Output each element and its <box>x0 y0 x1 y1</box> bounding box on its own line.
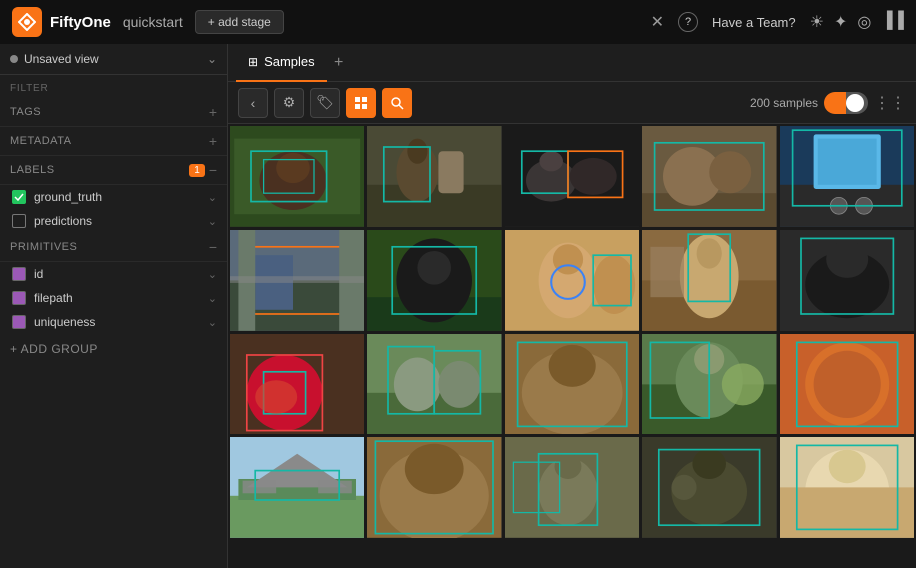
gallery-item[interactable] <box>780 437 914 538</box>
gallery-item[interactable] <box>642 334 776 435</box>
close-button[interactable]: ✕ <box>651 12 664 32</box>
content-area: ⊞ Samples + ‹ ⚙ 🏷 200 samples ⋮⋮ <box>228 44 916 568</box>
grid-dots-button[interactable]: ⋮⋮ <box>874 93 906 113</box>
tags-label: TAGS <box>10 106 209 118</box>
sidebar-item-tags[interactable]: TAGS + <box>0 98 227 127</box>
topbar-right: ✕ ? Have a Team? ☀ ✦ ◎ ▐▐ <box>651 12 904 32</box>
tab-samples-label: Samples <box>264 54 315 69</box>
view-button[interactable] <box>346 88 376 118</box>
team-text: Have a Team? <box>712 15 796 30</box>
primitives-label: PRIMITIVES <box>10 241 209 253</box>
uniqueness-chevron[interactable]: ⌄ <box>208 316 217 329</box>
ground-truth-label: ground_truth <box>34 190 200 204</box>
add-stage-button[interactable]: + add stage <box>195 10 284 34</box>
gallery-item[interactable] <box>780 230 914 331</box>
gallery-item[interactable] <box>780 334 914 435</box>
toggle-knob <box>846 94 864 112</box>
topbar-icons: ☀ ✦ ◎ ▐▐ <box>810 12 904 32</box>
sun-icon[interactable]: ☀ <box>810 12 824 32</box>
logo-text: FiftyOne <box>50 14 111 31</box>
tabs-bar: ⊞ Samples + <box>228 44 916 82</box>
tags-plus-icon[interactable]: + <box>209 104 217 120</box>
ground-truth-chevron[interactable]: ⌄ <box>208 191 217 204</box>
tab-grid-icon: ⊞ <box>248 55 258 69</box>
gallery-item[interactable] <box>780 126 914 227</box>
predictions-item[interactable]: predictions ⌄ <box>0 209 227 233</box>
logo-icon <box>12 7 42 37</box>
gallery-item[interactable] <box>230 334 364 435</box>
id-item[interactable]: id ⌄ <box>0 262 227 286</box>
gallery-grid <box>230 126 914 538</box>
dataset-name: quickstart <box>123 14 183 30</box>
ground-truth-item[interactable]: ground_truth ⌄ <box>0 185 227 209</box>
sidebar: Unsaved view ⌄ FILTER TAGS + METADATA + … <box>0 44 228 568</box>
id-label: id <box>34 267 200 281</box>
tag-button[interactable]: 🏷 <box>310 88 340 118</box>
labels-label: LABELS <box>10 164 189 176</box>
sidebar-item-primitives[interactable]: PRIMITIVES − <box>0 233 227 262</box>
gallery-item[interactable] <box>505 334 639 435</box>
predictions-label: predictions <box>34 214 200 228</box>
filepath-checkbox[interactable] <box>12 291 26 305</box>
view-selector[interactable]: Unsaved view ⌄ <box>0 44 227 75</box>
filepath-chevron[interactable]: ⌄ <box>208 292 217 305</box>
toggle-track[interactable] <box>824 92 868 114</box>
gallery-item[interactable] <box>230 126 364 227</box>
uniqueness-label: uniqueness <box>34 315 200 329</box>
tab-add-button[interactable]: + <box>327 51 351 75</box>
gallery-item[interactable] <box>367 230 501 331</box>
logo: FiftyOne <box>12 7 111 37</box>
settings-button[interactable]: ⚙ <box>274 88 304 118</box>
gallery-item[interactable] <box>505 126 639 227</box>
metadata-label: METADATA <box>10 135 209 147</box>
uniqueness-item[interactable]: uniqueness ⌄ <box>0 310 227 334</box>
toggle-container <box>824 92 868 114</box>
gallery-item[interactable] <box>642 437 776 538</box>
filepath-label: filepath <box>34 291 200 305</box>
gallery-item[interactable] <box>367 126 501 227</box>
sidebar-item-labels[interactable]: LABELS 1 − <box>0 156 227 185</box>
grid-icon[interactable]: ✦ <box>834 12 847 32</box>
predictions-chevron[interactable]: ⌄ <box>208 215 217 228</box>
github-icon[interactable]: ◎ <box>857 12 871 32</box>
menu-icon[interactable]: ▐▐ <box>881 12 904 32</box>
labels-count: 1 <box>189 164 205 177</box>
predictions-checkbox[interactable] <box>12 214 26 228</box>
id-chevron[interactable]: ⌄ <box>208 268 217 281</box>
gallery-item[interactable] <box>505 230 639 331</box>
view-dot <box>10 55 18 63</box>
gallery-item[interactable] <box>505 437 639 538</box>
filter-header: FILTER <box>0 75 227 98</box>
toolbar: ‹ ⚙ 🏷 200 samples ⋮⋮ <box>228 82 916 124</box>
view-chevron: ⌄ <box>207 52 217 66</box>
tab-samples[interactable]: ⊞ Samples <box>236 44 327 82</box>
main-layout: Unsaved view ⌄ FILTER TAGS + METADATA + … <box>0 44 916 568</box>
gallery-item[interactable] <box>642 230 776 331</box>
uniqueness-checkbox[interactable] <box>12 315 26 329</box>
add-stage-label: + add stage <box>208 15 271 29</box>
id-checkbox[interactable] <box>12 267 26 281</box>
gallery-item[interactable] <box>230 230 364 331</box>
primitives-minus-icon[interactable]: − <box>209 239 217 255</box>
gallery <box>228 124 916 568</box>
topbar: FiftyOne quickstart + add stage ✕ ? Have… <box>0 0 916 44</box>
add-group-button[interactable]: + ADD GROUP <box>0 334 227 364</box>
gallery-item[interactable] <box>230 437 364 538</box>
search-button[interactable] <box>382 88 412 118</box>
prev-button[interactable]: ‹ <box>238 88 268 118</box>
metadata-plus-icon[interactable]: + <box>209 133 217 149</box>
samples-count: 200 samples <box>750 96 818 110</box>
sidebar-item-metadata[interactable]: METADATA + <box>0 127 227 156</box>
filepath-item[interactable]: filepath ⌄ <box>0 286 227 310</box>
gallery-item[interactable] <box>642 126 776 227</box>
labels-minus-icon[interactable]: − <box>209 162 217 178</box>
view-label: Unsaved view <box>24 52 201 66</box>
gallery-item[interactable] <box>367 437 501 538</box>
ground-truth-checkbox[interactable] <box>12 190 26 204</box>
help-button[interactable]: ? <box>678 12 698 32</box>
gallery-item[interactable] <box>367 334 501 435</box>
